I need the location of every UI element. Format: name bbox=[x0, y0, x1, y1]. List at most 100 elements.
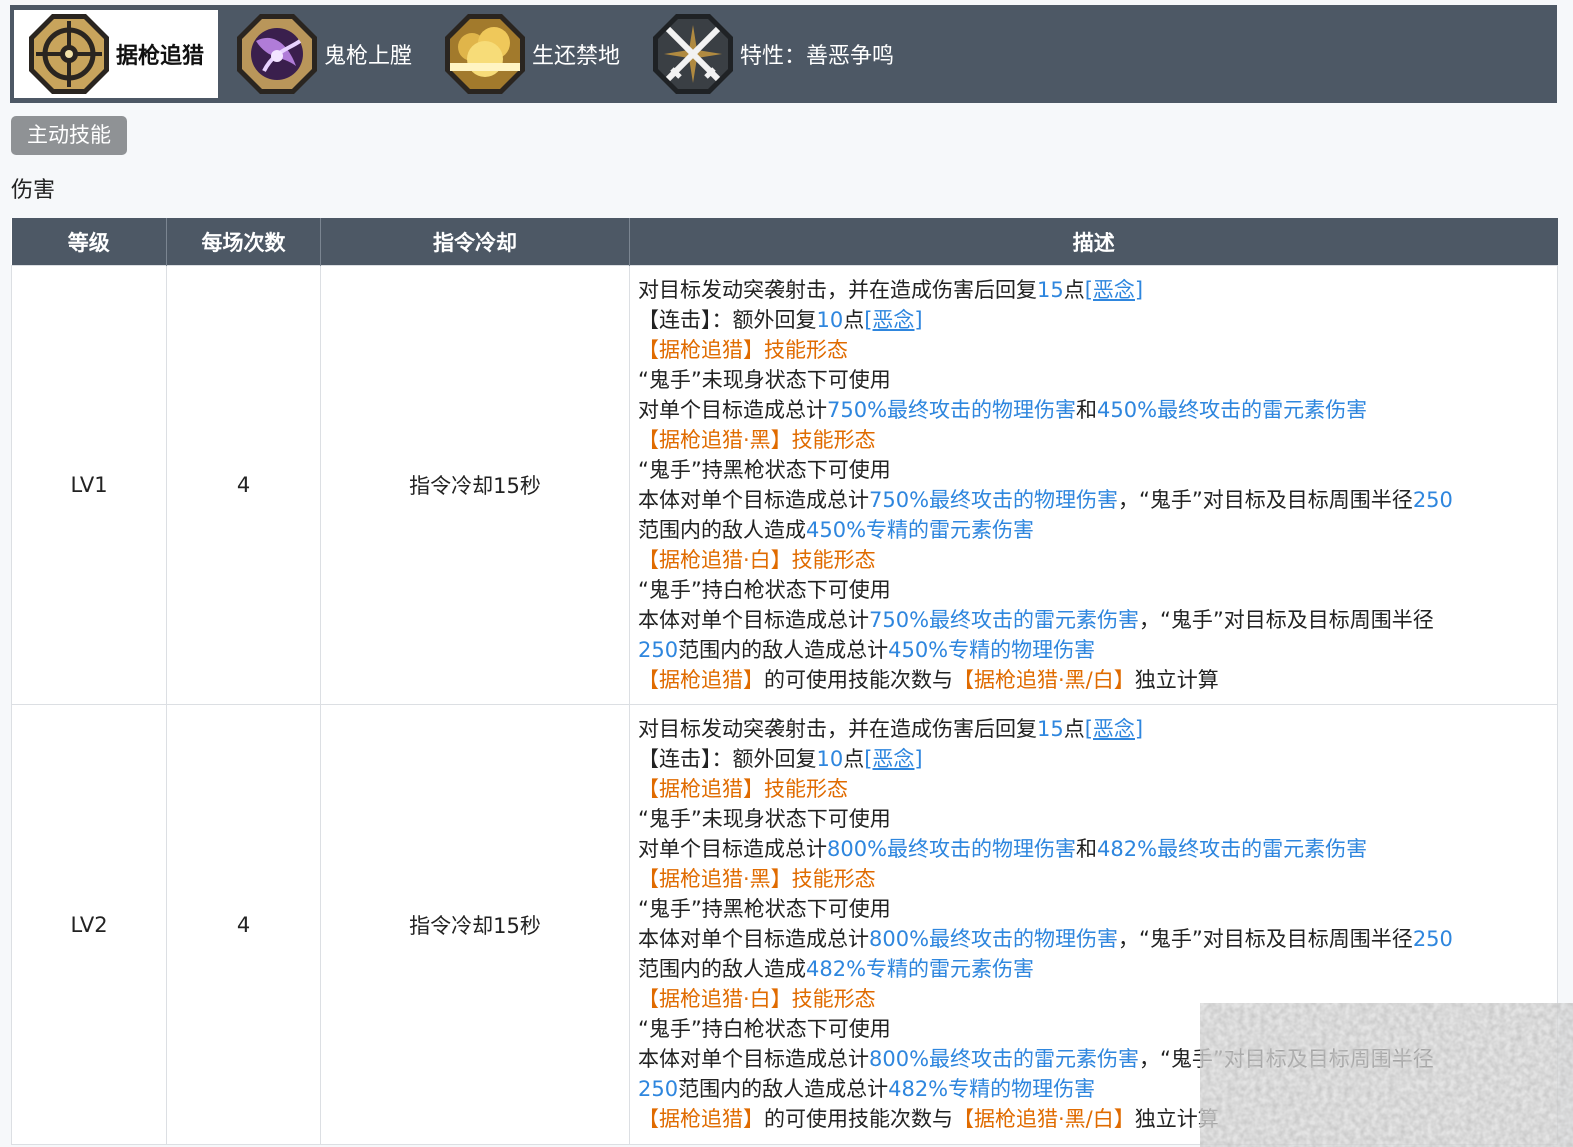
desc-value: 15 bbox=[1037, 717, 1064, 741]
desc-value: 250 bbox=[638, 1077, 679, 1101]
desc-text: 【连击】：额外回复 bbox=[638, 747, 817, 771]
desc-value: 15 bbox=[1037, 278, 1064, 302]
desc-value: 250 bbox=[1412, 488, 1453, 512]
noise-watermark bbox=[1200, 1003, 1573, 1147]
desc-value: 482%最终攻击的雷元素伤害 bbox=[1097, 837, 1368, 861]
desc-value: 250 bbox=[638, 638, 679, 662]
desc-value: 800%最终攻击的物理伤害 bbox=[827, 837, 1077, 861]
desc-value: 750%最终攻击的雷元素伤害 bbox=[869, 608, 1140, 632]
desc-text: ，“鬼手”对目标及目标周围半径 bbox=[1139, 608, 1434, 632]
desc-text: 和 bbox=[1076, 837, 1098, 861]
desc-value: 450%专精的雷元素伤害 bbox=[806, 518, 1035, 542]
desc-line: 本体对单个目标造成总计750%最终攻击的物理伤害，“鬼手”对目标及目标周围半径2… bbox=[638, 485, 1549, 515]
section-subtitle: 伤害 bbox=[11, 178, 56, 203]
cell-uses: 4 bbox=[166, 265, 321, 705]
desc-text: 点 bbox=[843, 747, 865, 771]
desc-value: 10 bbox=[816, 308, 844, 332]
desc-text: 点 bbox=[1063, 278, 1085, 302]
tab-ju-qiang-zhui-lie[interactable]: 据枪追猎 bbox=[14, 10, 219, 98]
form-heading: 【据枪追猎·黑】技能形态 bbox=[638, 428, 876, 452]
keyword-link-e-nian[interactable]: [恶念] bbox=[1085, 278, 1143, 302]
crossed-swords-icon bbox=[653, 14, 734, 94]
tab-label: 特性：善恶争鸣 bbox=[740, 44, 895, 69]
cell-cooldown: 指令冷却15秒 bbox=[320, 704, 630, 1145]
header-uses-per-battle: 每场次数 bbox=[166, 218, 321, 266]
desc-line: 【据枪追猎】的可使用技能次数与【据枪追猎·黑/白】独立计算 bbox=[638, 665, 1549, 695]
desc-line: 【连击】：额外回复10点[恶念] bbox=[638, 744, 1549, 774]
table-header-row: 等级 每场次数 指令冷却 描述 bbox=[11, 218, 1558, 266]
cell-level: LV2 bbox=[11, 704, 167, 1145]
desc-text: 【连击】：额外回复 bbox=[638, 308, 817, 332]
crosshair-icon bbox=[29, 14, 109, 94]
desc-line: 对目标发动突袭射击，并在造成伤害后回复15点[恶念] bbox=[638, 714, 1549, 744]
desc-line: 对单个目标造成总计750%最终攻击的物理伤害和450%最终攻击的雷元素伤害 bbox=[638, 395, 1549, 425]
tab-label: 生还禁地 bbox=[532, 44, 621, 69]
desc-text: 对目标发动突袭射击，并在造成伤害后回复 bbox=[638, 278, 1037, 302]
skill-tab-bar: 据枪追猎 鬼枪上膛 生还禁地 特性：善恶争鸣 bbox=[10, 5, 1557, 103]
desc-line: 对目标发动突袭射击，并在造成伤害后回复15点[恶念] bbox=[638, 275, 1549, 305]
desc-value: 482%专精的物理伤害 bbox=[888, 1077, 1096, 1101]
header-cooldown: 指令冷却 bbox=[320, 218, 630, 266]
keyword-link-e-nian[interactable]: [恶念] bbox=[864, 308, 922, 332]
desc-line: 250范围内的敌人造成总计450%专精的物理伤害 bbox=[638, 635, 1549, 665]
desc-text: 本体对单个目标造成总计 bbox=[638, 488, 869, 512]
desc-value: 800%最终攻击的雷元素伤害 bbox=[869, 1047, 1140, 1071]
desc-text: 点 bbox=[1063, 717, 1085, 741]
desc-text: ，“鬼手”对目标及目标周围半径 bbox=[1118, 488, 1413, 512]
table-row: LV1 4 指令冷却15秒 对目标发动突袭射击，并在造成伤害后回复15点[恶念]… bbox=[11, 265, 1558, 705]
desc-value: 800%最终攻击的物理伤害 bbox=[869, 927, 1119, 951]
desc-text: 本体对单个目标造成总计 bbox=[638, 927, 869, 951]
desc-form-name: 【据枪追猎·黑/白】 bbox=[953, 1107, 1135, 1131]
desc-text: 范围内的敌人造成总计 bbox=[678, 1077, 889, 1101]
desc-text: 对单个目标造成总计 bbox=[638, 837, 827, 861]
desc-value: 10 bbox=[816, 747, 844, 771]
header-level: 等级 bbox=[11, 218, 167, 266]
desc-line: 范围内的敌人造成450%专精的雷元素伤害 bbox=[638, 515, 1549, 545]
cell-level: LV1 bbox=[11, 265, 167, 705]
desc-text: 和 bbox=[1076, 398, 1098, 422]
desc-line: “鬼手”持黑枪状态下可使用 bbox=[638, 458, 891, 482]
desc-line: “鬼手”未现身状态下可使用 bbox=[638, 807, 891, 831]
desc-value: 450%最终攻击的雷元素伤害 bbox=[1097, 398, 1368, 422]
keyword-link-e-nian[interactable]: [恶念] bbox=[1085, 717, 1143, 741]
desc-text: 范围内的敌人造成 bbox=[638, 518, 806, 542]
desc-line: “鬼手”未现身状态下可使用 bbox=[638, 368, 891, 392]
desc-text: ，“鬼手”对目标及目标周围半径 bbox=[1118, 927, 1413, 951]
desc-value: 750%最终攻击的物理伤害 bbox=[869, 488, 1119, 512]
cell-cooldown: 指令冷却15秒 bbox=[320, 265, 630, 705]
desc-value: 750%最终攻击的物理伤害 bbox=[827, 398, 1077, 422]
keyword-link-e-nian[interactable]: [恶念] bbox=[864, 747, 922, 771]
desc-text: 的可使用技能次数与 bbox=[764, 1107, 953, 1131]
explosion-icon bbox=[445, 14, 526, 94]
desc-line: 本体对单个目标造成总计750%最终攻击的雷元素伤害，“鬼手”对目标及目标周围半径 bbox=[638, 605, 1549, 635]
form-heading: 【据枪追猎·白】技能形态 bbox=[638, 548, 876, 572]
desc-form-name: 【据枪追猎·黑/白】 bbox=[953, 668, 1135, 692]
ghost-gun-icon bbox=[237, 14, 318, 94]
desc-form-name: 【据枪追猎】 bbox=[638, 668, 764, 692]
header-description: 描述 bbox=[629, 218, 1558, 266]
form-heading: 【据枪追猎·黑】技能形态 bbox=[638, 867, 876, 891]
cell-description: 对目标发动突袭射击，并在造成伤害后回复15点[恶念] 【连击】：额外回复10点[… bbox=[629, 265, 1558, 705]
desc-text: 范围内的敌人造成 bbox=[638, 957, 806, 981]
desc-text: 对目标发动突袭射击，并在造成伤害后回复 bbox=[638, 717, 1037, 741]
desc-text: 点 bbox=[843, 308, 865, 332]
desc-text: 本体对单个目标造成总计 bbox=[638, 1047, 869, 1071]
desc-line: 【连击】：额外回复10点[恶念] bbox=[638, 305, 1549, 335]
tab-gui-qiang-shang-tang[interactable]: 鬼枪上膛 bbox=[222, 10, 426, 98]
desc-text: 范围内的敌人造成总计 bbox=[678, 638, 889, 662]
desc-line: “鬼手”持黑枪状态下可使用 bbox=[638, 897, 891, 921]
tab-label: 据枪追猎 bbox=[116, 44, 205, 69]
desc-line: 对单个目标造成总计800%最终攻击的物理伤害和482%最终攻击的雷元素伤害 bbox=[638, 834, 1549, 864]
desc-line: 本体对单个目标造成总计800%最终攻击的物理伤害，“鬼手”对目标及目标周围半径2… bbox=[638, 924, 1549, 954]
desc-line: “鬼手”持白枪状态下可使用 bbox=[638, 578, 891, 602]
desc-text: 本体对单个目标造成总计 bbox=[638, 608, 869, 632]
desc-value: 250 bbox=[1412, 927, 1453, 951]
desc-text: 的可使用技能次数与 bbox=[764, 668, 953, 692]
desc-value: 450%专精的物理伤害 bbox=[888, 638, 1096, 662]
form-heading: 【据枪追猎】技能形态 bbox=[638, 777, 848, 801]
form-heading: 【据枪追猎】技能形态 bbox=[638, 338, 848, 362]
tab-trait-shan-e-zheng-ming[interactable]: 特性：善恶争鸣 bbox=[638, 10, 908, 98]
desc-line: 范围内的敌人造成482%专精的雷元素伤害 bbox=[638, 954, 1549, 984]
tab-sheng-huan-jin-di[interactable]: 生还禁地 bbox=[430, 10, 634, 98]
tab-label: 鬼枪上膛 bbox=[324, 44, 413, 69]
